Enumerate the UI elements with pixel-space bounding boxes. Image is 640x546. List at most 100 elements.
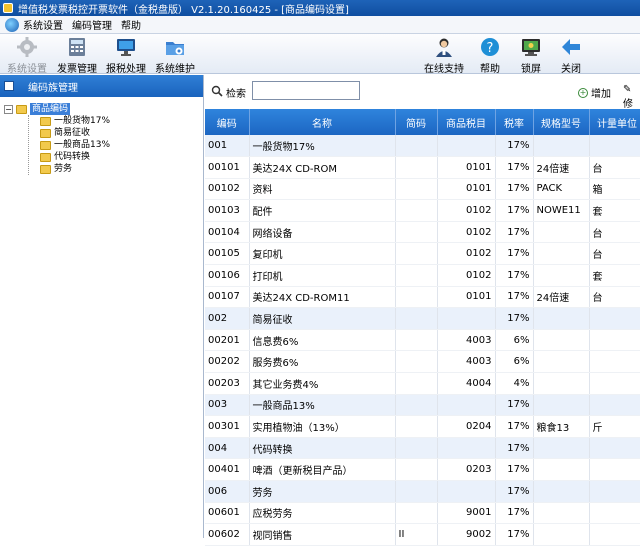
column-header-tax-item[interactable]: 商品税目 (437, 109, 496, 135)
table-row[interactable]: 00101 美达24X CD-ROM 0101 17% 24倍速台 (205, 156, 640, 179)
folder-icon (40, 128, 51, 138)
cell-code: 006 (205, 480, 250, 503)
table-row[interactable]: 00602 视同销售 II 9002 17% (205, 523, 640, 546)
toolbar: 系统设置 发票管理 报税处理 系统维护 在线支持 ? 帮助 锁屏 关闭 (0, 34, 640, 75)
cell-spec (533, 502, 590, 525)
cell-code: 00102 (205, 178, 250, 201)
cell-name: 代码转换 (249, 437, 396, 460)
table-row[interactable]: 00201 信息费6% 4003 6% (205, 329, 640, 352)
cell-name: 资料 (249, 178, 396, 201)
cell-unit (589, 458, 640, 481)
table-group-row[interactable]: 003 一般商品13% 17% (205, 394, 640, 417)
search-bar: 检索 + 增加 ✎ 修 (205, 75, 640, 110)
cell-tax-rate: 17% (495, 394, 534, 417)
toolbar-online-support-button[interactable]: 在线支持 (419, 35, 469, 75)
menu-system-settings[interactable]: 系统设置 (23, 17, 72, 32)
column-header-spec[interactable]: 规格型号 (533, 109, 590, 135)
tree-item-code-conversion[interactable]: 代码转换 (0, 151, 203, 163)
column-header-code[interactable]: 编码 (205, 109, 250, 135)
cell-unit: 台 (589, 242, 640, 266)
cell-spec (533, 329, 590, 352)
cell-unit (589, 394, 640, 417)
gear-icon (17, 37, 37, 57)
edit-icon: ✎ (623, 84, 632, 95)
table-row[interactable]: 00601 应税劳务 9001 17% (205, 502, 640, 525)
table-row[interactable]: 00102 资料 0101 17% PACK 箱 (205, 178, 640, 201)
help-icon: ? (481, 38, 499, 56)
menu-help[interactable]: 帮助 (121, 17, 150, 32)
cell-unit: 箱 (589, 178, 640, 201)
cell-unit (589, 350, 640, 374)
table-row[interactable]: 00103 配件 0102 17% NOWE11 套 (205, 199, 640, 222)
cell-tax-item (437, 307, 496, 330)
toolbar-tax-report-button[interactable]: 报税处理 (101, 35, 151, 75)
table-row[interactable]: 00105 复印机 0102 17% 台 (205, 242, 640, 266)
toolbar-invoice-management-button[interactable]: 发票管理 (52, 35, 102, 75)
cell-tax-rate: 4% (495, 372, 534, 395)
tree-root-label: 商品编码 (30, 103, 71, 115)
cell-unit (589, 502, 640, 525)
toolbar-system-settings-button[interactable]: 系统设置 (2, 35, 52, 75)
cell-unit: 斤 (589, 415, 640, 438)
cell-name: 配件 (249, 199, 396, 222)
panel-title: 编码族管理 (28, 82, 78, 94)
toolbar-system-maintenance-button[interactable]: 系统维护 (150, 35, 200, 75)
cell-tax-rate: 17% (495, 264, 534, 287)
cell-spec (533, 264, 590, 287)
cell-code: 003 (205, 394, 250, 417)
tree-item-general-goods[interactable]: 一般货物17% (0, 115, 203, 127)
collapse-icon[interactable]: − (4, 104, 13, 114)
table-body: 001 一般货物17% 17% 00101 美达24X CD-ROM 0101 17% 24倍… (205, 135, 640, 546)
column-header-short-code[interactable]: 简码 (395, 109, 438, 135)
cell-unit: 套 (589, 199, 640, 222)
menu-code-management[interactable]: 编码管理 (72, 17, 121, 32)
toolbar-close-button[interactable]: 关闭 (546, 35, 596, 75)
table-row[interactable]: 00301 实用植物油（13%） 0204 17% 粮食13 斤 (205, 415, 640, 438)
calculator-icon (69, 38, 85, 56)
cell-spec (533, 480, 590, 503)
column-header-unit[interactable]: 计量单位 (589, 109, 640, 135)
cell-name: 美达24X CD-ROM (249, 156, 396, 179)
cell-code: 001 (205, 135, 250, 158)
cell-tax-item: 0101 (437, 156, 496, 179)
cell-spec (533, 221, 590, 244)
table-row[interactable]: 00107 美达24X CD-ROM11 0101 17% 24倍速台 (205, 286, 640, 309)
column-header-tax-rate[interactable]: 税率 (495, 109, 534, 135)
table-row[interactable]: 00106 打印机 0102 17% 套 (205, 264, 640, 287)
cell-tax-rate: 17% (495, 307, 534, 330)
tree-item-services[interactable]: 劳务 (0, 163, 203, 175)
add-button[interactable]: + 增加 (578, 85, 611, 100)
search-icon (211, 85, 223, 97)
cell-short-code (395, 178, 438, 201)
cell-short-code (395, 264, 438, 287)
cell-short-code (395, 502, 438, 525)
search-input[interactable] (252, 81, 360, 100)
table-group-row[interactable]: 006 劳务 17% (205, 480, 640, 503)
cell-short-code (395, 156, 438, 179)
table-row[interactable]: 00104 网络设备 0102 17% 台 (205, 221, 640, 244)
edit-button[interactable]: ✎ 修 (623, 84, 640, 110)
code-tree: − 商品编码 一般货物17% 简易征收 一般商品13% 代码转换 劳务 (0, 97, 203, 175)
column-header-name[interactable]: 名称 (249, 109, 396, 135)
cell-name: 网络设备 (249, 221, 396, 244)
cell-tax-item: 0204 (437, 415, 496, 438)
table-group-row[interactable]: 002 简易征收 17% (205, 307, 640, 330)
panel-header: 编码族管理 (0, 75, 203, 97)
cell-spec (533, 242, 590, 266)
folder-icon (40, 116, 51, 126)
cell-name: 美达24X CD-ROM11 (249, 286, 396, 309)
menu-bar: 系统设置 编码管理 帮助 (0, 16, 640, 34)
table-row[interactable]: 00202 服务费6% 4003 6% (205, 350, 640, 374)
cell-spec (533, 350, 590, 374)
table-row[interactable]: 00401 啤酒（更新税目产品） 0203 17% (205, 458, 640, 481)
tree-root-product-codes[interactable]: − 商品编码 (0, 103, 203, 115)
support-person-icon (436, 38, 452, 57)
cell-tax-rate: 17% (495, 480, 534, 503)
table-group-row[interactable]: 004 代码转换 17% (205, 437, 640, 460)
tree-item-general-goods-13[interactable]: 一般商品13% (0, 139, 203, 151)
table-group-row[interactable]: 001 一般货物17% 17% (205, 135, 640, 158)
cell-tax-rate: 17% (495, 199, 534, 222)
cell-tax-rate: 17% (495, 502, 534, 525)
tree-item-simple-levy[interactable]: 简易征收 (0, 127, 203, 139)
table-row[interactable]: 00203 其它业务费4% 4004 4% (205, 372, 640, 395)
